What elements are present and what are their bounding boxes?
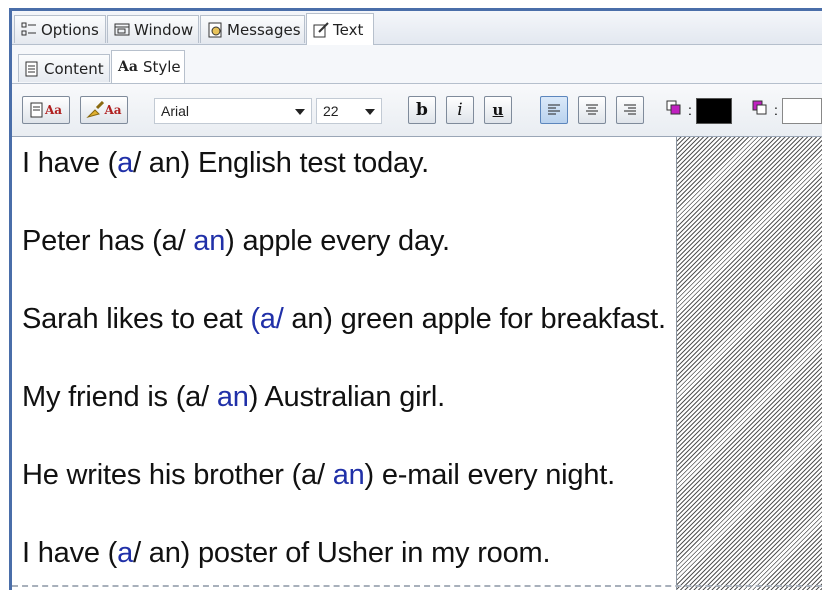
subtab-label: Style — [142, 58, 181, 76]
underline-button[interactable]: u — [484, 96, 512, 124]
style-aa-icon: Aa — [118, 59, 138, 75]
align-right-icon — [624, 104, 636, 115]
underline-icon: u — [492, 101, 504, 119]
sentence-text: Sarah likes to eat — [22, 303, 251, 335]
apply-style-button[interactable]: Aa — [22, 96, 70, 124]
sentence-text: ) e-mail every night. — [364, 459, 616, 491]
text-color-swatch[interactable] — [696, 98, 732, 124]
subtab-label: Content — [44, 59, 104, 78]
answer-option: an — [216, 381, 249, 413]
align-left-icon — [548, 104, 560, 115]
style-aa-label: Aa — [44, 103, 63, 117]
tab-content[interactable]: Content — [18, 54, 110, 82]
answer-option: a — [117, 147, 134, 179]
tab-window[interactable]: Window — [107, 15, 199, 43]
text-content-area[interactable]: I have (a/ an) English test today. Peter… — [12, 137, 677, 590]
sentence-text: I have ( — [22, 537, 118, 569]
document-style-icon — [30, 102, 43, 118]
clear-style-aa-label: Aa — [104, 103, 122, 117]
sentence-text: / an) English test today. — [133, 147, 429, 179]
edit-text-icon — [313, 21, 329, 38]
options-icon — [21, 22, 37, 38]
tab-label: Text — [333, 20, 364, 39]
align-center-button[interactable] — [578, 96, 606, 124]
italic-icon: i — [457, 100, 463, 120]
sub-tab-bar: Content Aa Style — [12, 45, 822, 84]
clear-style-button[interactable]: Aa — [80, 96, 128, 124]
sentence-text: My friend is (a/ — [22, 381, 217, 413]
sentence-text: / an) poster of Usher in my room. — [133, 537, 551, 569]
main-tab-bar: Options Window Messages Text — [12, 11, 822, 45]
font-family-value: Arial — [161, 103, 190, 119]
sentence-text: ) apple every day. — [225, 225, 450, 257]
sentence-line: Peter has (a/ an) apple every day. — [22, 225, 450, 258]
brush-icon — [86, 101, 105, 118]
tab-label: Window — [134, 20, 194, 39]
answer-option: an — [332, 459, 365, 491]
sentence-line: My friend is (a/ an) Australian girl. — [22, 381, 445, 414]
align-left-button[interactable] — [540, 96, 568, 124]
answer-option: (a/ — [250, 303, 284, 335]
sentence-line: I have (a/ an) poster of Usher in my roo… — [22, 537, 551, 570]
sentence-line: He writes his brother (a/ an) e-mail eve… — [22, 459, 615, 492]
font-size-select[interactable]: 22 — [316, 98, 382, 124]
text-color-label: : — [688, 102, 692, 118]
chevron-down-icon — [365, 109, 375, 115]
align-center-icon — [586, 104, 598, 115]
background-color-label: : — [774, 102, 778, 118]
sentence-text: He writes his brother (a/ — [22, 459, 333, 491]
italic-button[interactable]: i — [446, 96, 474, 124]
tab-messages[interactable]: Messages — [200, 15, 305, 43]
align-right-button[interactable] — [616, 96, 644, 124]
sentence-text: I have ( — [22, 147, 118, 179]
font-size-value: 22 — [323, 103, 339, 119]
text-color-icon[interactable] — [666, 100, 686, 120]
tab-text[interactable]: Text — [306, 13, 374, 45]
text-editor-window: Options Window Messages Text Content Aa … — [9, 8, 822, 590]
font-family-select[interactable]: Arial — [154, 98, 312, 124]
bottom-edge-divider — [12, 585, 822, 590]
tab-style[interactable]: Aa Style — [111, 50, 185, 83]
sentence-line: Sarah likes to eat (a/ an) green apple f… — [22, 303, 666, 336]
sentence-line: I have (a/ an) English test today. — [22, 147, 429, 180]
bold-button[interactable]: b — [408, 96, 436, 124]
sentence-text: Peter has (a/ — [22, 225, 194, 257]
background-color-swatch[interactable] — [782, 98, 822, 124]
tab-options[interactable]: Options — [14, 15, 106, 43]
background-color-icon[interactable] — [752, 100, 772, 120]
document-icon — [25, 61, 39, 77]
sentence-text: an) green apple for breakfast. — [283, 303, 666, 335]
messages-icon — [207, 22, 223, 38]
chevron-down-icon — [295, 109, 305, 115]
tab-label: Messages — [227, 20, 301, 39]
answer-option: an — [193, 225, 226, 257]
empty-page-margin — [677, 137, 822, 590]
sentence-text: ) Australian girl. — [248, 381, 445, 413]
tab-label: Options — [41, 20, 99, 39]
bold-icon: b — [416, 100, 428, 120]
window-icon — [114, 22, 130, 38]
formatting-toolbar: Aa Aa Arial 22 b i u : : — [12, 84, 822, 137]
answer-option: a — [117, 537, 134, 569]
